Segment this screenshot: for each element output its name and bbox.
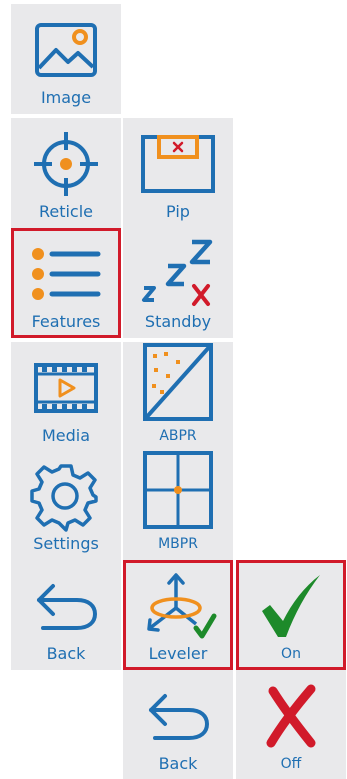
menu-item-standby[interactable]: Standby [123, 228, 233, 338]
menu-item-image-label: Image [40, 88, 92, 107]
list-icon [14, 238, 118, 310]
menu-item-abpr-label: ABPR [159, 428, 197, 444]
menu-item-back-2-label: Back [158, 754, 198, 773]
menu-item-back-1[interactable]: Back [11, 560, 121, 670]
menu-item-pip[interactable]: Pip [123, 118, 233, 228]
gear-icon [11, 460, 121, 532]
mbpr-icon [123, 451, 233, 529]
menu-item-back-2[interactable]: Back [123, 670, 233, 779]
back-arrow-icon [11, 570, 121, 642]
menu-item-abpr[interactable]: ABPR [123, 342, 233, 452]
menu-item-standby-label: Standby [144, 312, 212, 331]
film-play-icon [11, 352, 121, 424]
menu-item-features-label: Features [31, 312, 101, 331]
menu-item-pip-label: Pip [166, 202, 190, 221]
sleep-icon [123, 238, 233, 310]
image-icon [11, 14, 121, 86]
menu-item-mbpr-label: MBPR [158, 536, 198, 552]
cross-icon [236, 680, 346, 752]
menu-item-media-label: Media [41, 426, 91, 445]
menu-item-leveler[interactable]: Leveler [123, 560, 233, 670]
crosshair-icon [11, 128, 121, 200]
leveler-icon [126, 570, 230, 642]
checkmark-icon [239, 570, 343, 642]
menu-item-reticle[interactable]: Reticle [11, 118, 121, 228]
picture-in-picture-icon [123, 128, 233, 200]
menu-item-media[interactable]: Media [11, 342, 121, 452]
menu-item-reticle-label: Reticle [38, 202, 94, 221]
option-off-label: Off [280, 756, 302, 772]
menu-item-settings-label: Settings [33, 534, 99, 553]
menu-item-back-1-label: Back [46, 644, 86, 663]
menu-item-settings[interactable]: Settings [11, 450, 121, 560]
back-arrow-icon [123, 680, 233, 752]
option-on-label: On [281, 646, 301, 662]
menu-item-features[interactable]: Features [11, 228, 121, 338]
menu-item-leveler-label: Leveler [148, 644, 208, 663]
menu-item-image[interactable]: Image [11, 4, 121, 114]
abpr-icon [123, 343, 233, 421]
menu-item-mbpr[interactable]: MBPR [123, 450, 233, 560]
option-off[interactable]: Off [236, 670, 346, 779]
option-on[interactable]: On [236, 560, 346, 670]
